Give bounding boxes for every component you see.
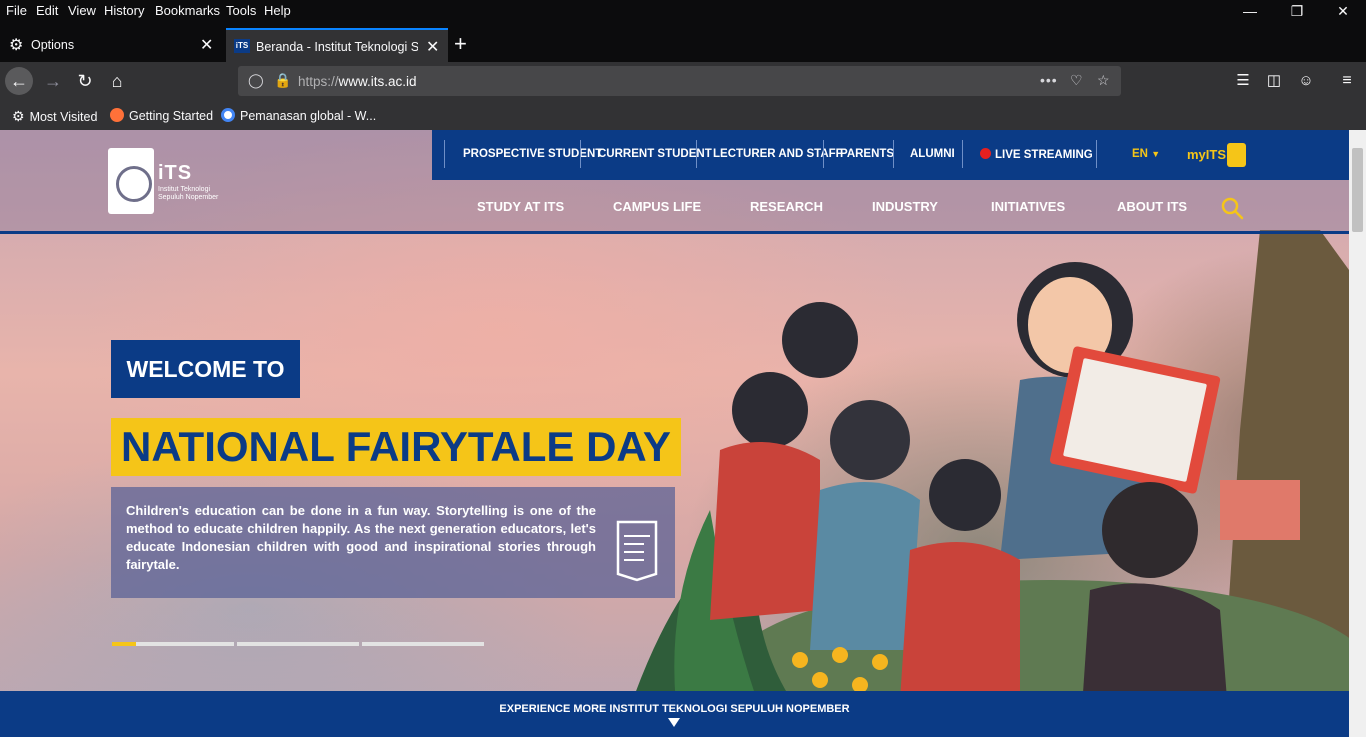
close-tab-icon[interactable]: ✕ — [200, 35, 213, 55]
experience-more-bar[interactable]: EXPERIENCE MORE INSTITUT TEKNOLOGI SEPUL… — [0, 691, 1349, 737]
tab-strip: ⚙ Options ✕ iTS Beranda - Institut Tekno… — [0, 28, 1366, 62]
chevron-down-icon: ▼ — [1151, 149, 1161, 159]
tab-label: Beranda - Institut Teknologi Sep — [256, 40, 418, 54]
down-arrow-icon[interactable] — [668, 718, 680, 727]
nav-parents[interactable]: PARENTS — [840, 148, 894, 160]
menu-history[interactable]: History — [104, 3, 144, 18]
book-basket — [1220, 480, 1300, 540]
slide-indicator-3[interactable] — [362, 642, 484, 646]
nav-divider — [696, 140, 697, 168]
language-selector[interactable]: EN ▼ — [1132, 148, 1160, 160]
bookmark-getting-started[interactable]: Getting Started — [110, 108, 213, 123]
scrollbar-thumb[interactable] — [1352, 148, 1363, 232]
nav-divider — [823, 140, 824, 168]
child-hair — [782, 302, 858, 378]
google-icon — [221, 108, 235, 122]
back-arrow-icon[interactable]: ← — [5, 67, 33, 95]
its-logo[interactable]: iTS Institut Teknologi Sepuluh Nopember — [108, 148, 218, 216]
nav-alumni[interactable]: ALUMNI — [910, 148, 955, 160]
logo-text: iTS — [158, 162, 193, 184]
nav-initiatives[interactable]: INITIATIVES — [991, 199, 1065, 214]
close-window-icon[interactable]: ✕ — [1333, 3, 1353, 20]
gear-icon: ⚙ — [12, 108, 25, 124]
storytelling-illustration — [620, 230, 1349, 737]
tab-its[interactable]: iTS Beranda - Institut Teknologi Sep ✕ — [226, 28, 448, 62]
menu-bookmarks[interactable]: Bookmarks — [155, 3, 220, 18]
nav-divider — [962, 140, 963, 168]
forward-arrow-icon[interactable]: → — [39, 67, 67, 95]
hero-description: Children's education can be done in a fu… — [126, 503, 596, 572]
menu-tools[interactable]: Tools — [226, 3, 256, 18]
child-hair — [830, 400, 910, 480]
bookmark-most-visited[interactable]: ⚙ Most Visited — [12, 108, 97, 125]
sidebar-icon[interactable]: ◫ — [1260, 67, 1288, 95]
child-hair — [929, 459, 1001, 531]
tab-label: Options — [31, 38, 75, 52]
library-icon[interactable]: ☰ — [1229, 67, 1257, 95]
menu-edit[interactable]: Edit — [36, 3, 58, 18]
document-icon[interactable] — [614, 518, 660, 582]
hero-headline: NATIONAL FAIRYTALE DAY — [111, 418, 681, 476]
nav-live-streaming[interactable]: LIVE STREAMING — [980, 148, 1093, 161]
minimize-icon[interactable]: — — [1240, 3, 1260, 19]
nav-research[interactable]: RESEARCH — [750, 199, 823, 214]
page-scrollbar[interactable] — [1349, 130, 1366, 737]
menu-view[interactable]: View — [68, 3, 96, 18]
url-text[interactable]: https://www.its.ac.id — [298, 74, 417, 89]
nav-divider — [1096, 140, 1097, 168]
page-actions-icon[interactable]: ••• — [1040, 72, 1058, 88]
nav-prospective-student[interactable]: PROSPECTIVE STUDENT — [463, 148, 602, 160]
tab-options[interactable]: ⚙ Options ✕ — [0, 28, 222, 62]
logo-subtitle: Institut Teknologi Sepuluh Nopember — [158, 186, 219, 201]
child-hair — [1102, 482, 1198, 578]
child-hair — [732, 372, 808, 448]
account-icon[interactable]: ☺ — [1292, 67, 1320, 95]
url-bar[interactable]: ◯ 🔒 https://www.its.ac.id ••• ♡ ☆ — [238, 66, 1121, 96]
nav-about-its[interactable]: ABOUT ITS — [1117, 199, 1187, 214]
bookmarks-toolbar: ⚙ Most Visited Getting Started Pemanasan … — [0, 100, 1366, 130]
nav-current-student[interactable]: CURRENT STUDENT — [598, 148, 712, 160]
nav-divider — [893, 140, 894, 168]
slide-indicator-2[interactable] — [237, 642, 359, 646]
nav-industry[interactable]: INDUSTRY — [872, 199, 938, 214]
restore-icon[interactable]: ❐ — [1287, 3, 1307, 20]
hero-description-box: Children's education can be done in a fu… — [111, 487, 675, 598]
nav-study-at-its[interactable]: STUDY AT ITS — [477, 199, 564, 214]
welcome-badge: WELCOME TO ITS — [111, 340, 300, 440]
page-viewport: iTS Institut Teknologi Sepuluh Nopember … — [0, 130, 1349, 737]
nav-divider — [444, 140, 445, 168]
gear-icon: ⚙ — [9, 37, 24, 54]
menu-bar: File Edit View History Bookmarks Tools H… — [0, 0, 1366, 22]
child-shirt — [810, 482, 920, 650]
user-icon[interactable] — [1227, 143, 1246, 167]
live-dot-icon — [980, 148, 991, 159]
experience-more-text: EXPERIENCE MORE INSTITUT TEKNOLOGI SEPUL… — [499, 703, 850, 715]
close-tab-icon[interactable]: ✕ — [426, 37, 439, 57]
hamburger-menu-icon[interactable]: ≡ — [1333, 67, 1361, 95]
pocket-icon[interactable]: ♡ — [1070, 72, 1083, 89]
shield-icon[interactable]: ◯ — [248, 72, 264, 89]
child-shirt — [710, 442, 820, 620]
search-icon[interactable] — [1220, 196, 1244, 220]
bookmark-pemanasan[interactable]: Pemanasan global - W... — [221, 108, 376, 123]
new-tab-icon[interactable]: + — [454, 31, 467, 57]
its-favicon-icon: iTS — [234, 39, 250, 53]
firefox-icon — [110, 108, 124, 122]
top-navigation: PROSPECTIVE STUDENT CURRENT STUDENT LECT… — [432, 130, 1349, 180]
child-shirt — [900, 542, 1020, 700]
slide-progress-fill — [112, 642, 136, 646]
reload-icon[interactable]: ↻ — [71, 67, 99, 95]
navigation-toolbar: ← → ↻ ⌂ ◯ 🔒 https://www.its.ac.id ••• ♡ … — [0, 62, 1366, 100]
home-icon[interactable]: ⌂ — [103, 67, 131, 95]
menu-file[interactable]: File — [6, 3, 27, 18]
bookmark-star-icon[interactable]: ☆ — [1097, 72, 1110, 89]
lock-icon[interactable]: 🔒 — [274, 72, 291, 89]
nav-divider — [580, 140, 581, 168]
menu-help[interactable]: Help — [264, 3, 291, 18]
myits-link[interactable]: myITS — [1187, 147, 1226, 162]
nav-campus-life[interactable]: CAMPUS LIFE — [613, 199, 701, 214]
its-seal-icon — [108, 148, 154, 214]
